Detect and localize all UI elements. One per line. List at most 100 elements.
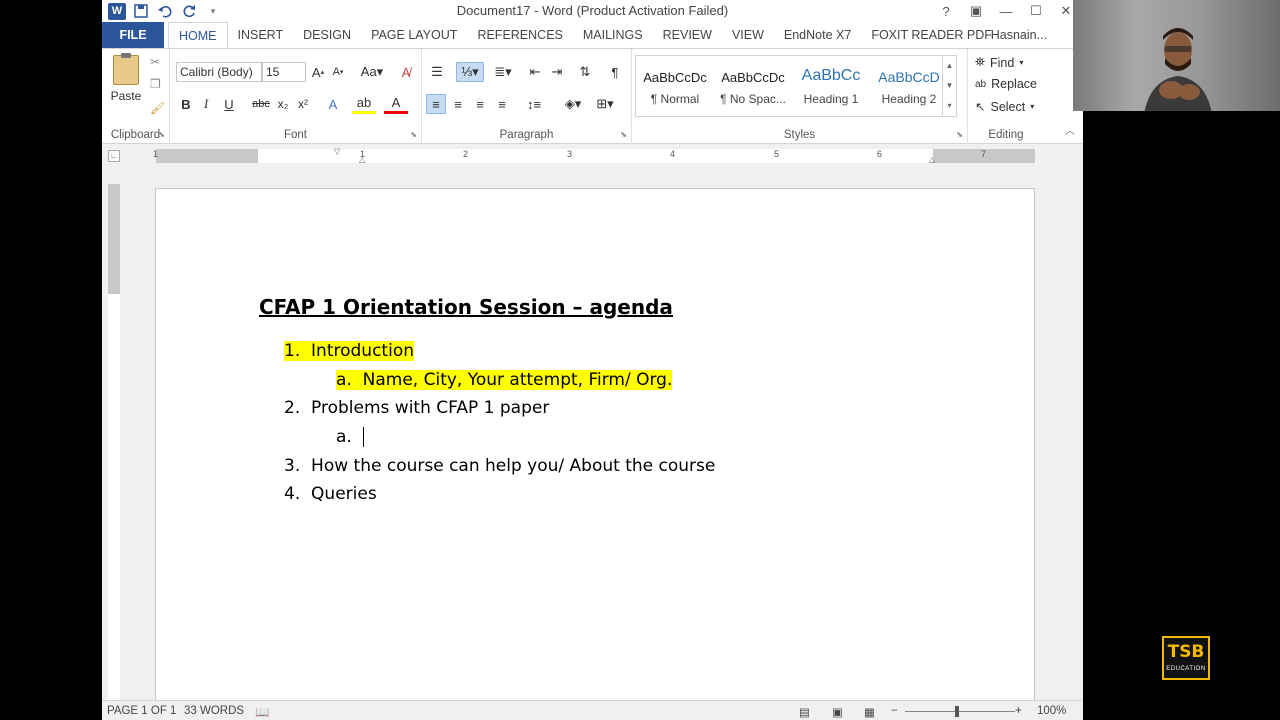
- scroll-up-icon[interactable]: ▲: [943, 56, 956, 76]
- tab-review[interactable]: REVIEW: [653, 22, 722, 48]
- right-indent-marker[interactable]: △: [929, 155, 935, 164]
- zoom-out-icon[interactable]: −: [891, 705, 898, 717]
- tab-view[interactable]: VIEW: [722, 22, 774, 48]
- zoom-in-icon[interactable]: +: [1015, 705, 1022, 717]
- font-launcher-icon[interactable]: ⬊: [410, 130, 417, 139]
- first-line-indent-marker[interactable]: ▽: [334, 147, 340, 156]
- font-size-select[interactable]: 15: [262, 62, 306, 82]
- select-button[interactable]: ↖ Select ▾: [975, 99, 1035, 115]
- ruler-number: 1: [153, 149, 159, 159]
- style-heading-2[interactable]: AaBbCcD Heading 2: [870, 56, 948, 116]
- list-number: 2.: [284, 398, 301, 418]
- clipboard-launcher-icon[interactable]: ⬊: [158, 130, 165, 139]
- document-title[interactable]: CFAP 1 Orientation Session – agenda: [259, 295, 673, 319]
- ruler-number: 2: [463, 149, 469, 159]
- list-item[interactable]: 3. How the course can help you/ About th…: [284, 456, 715, 476]
- numbering-icon[interactable]: ⅓▾: [456, 62, 484, 82]
- web-layout-icon[interactable]: ▦: [864, 705, 875, 719]
- bullets-icon[interactable]: ☰: [426, 62, 448, 82]
- copy-icon[interactable]: ❐: [150, 77, 161, 91]
- increase-indent-icon[interactable]: ⇥: [548, 62, 566, 82]
- justify-icon[interactable]: ≡: [492, 94, 512, 114]
- list-item[interactable]: 1. Introduction: [284, 341, 414, 361]
- help-icon[interactable]: ?: [935, 0, 957, 22]
- horizontal-ruler[interactable]: 1 1 2 3 4 5 6 7 ▽ △ △: [153, 147, 1035, 164]
- paste-button[interactable]: Paste: [108, 53, 144, 103]
- replace-button[interactable]: ab Replace: [975, 77, 1037, 91]
- proofing-icon[interactable]: 📖: [255, 705, 269, 719]
- word-count[interactable]: 33 WORDS: [184, 705, 244, 717]
- tab-page-layout[interactable]: PAGE LAYOUT: [361, 22, 467, 48]
- zoom-slider-thumb[interactable]: [955, 706, 959, 717]
- font-name-select[interactable]: Calibri (Body): [176, 62, 262, 82]
- tab-selector[interactable]: ∟: [108, 150, 120, 162]
- list-item[interactable]: a.: [336, 427, 364, 447]
- read-mode-icon[interactable]: ▤: [799, 705, 810, 719]
- styles-scroll[interactable]: ▲ ▼ ▾: [942, 56, 956, 116]
- list-item[interactable]: 2. Problems with CFAP 1 paper: [284, 398, 549, 418]
- decrease-indent-icon[interactable]: ⇤: [526, 62, 544, 82]
- list-item[interactable]: a. Name, City, Your attempt, Firm/ Org.: [336, 370, 673, 390]
- tab-home[interactable]: HOME: [168, 22, 228, 48]
- grow-font-icon[interactable]: A ▴: [310, 62, 326, 82]
- page-count[interactable]: PAGE 1 OF 1: [107, 705, 176, 717]
- shrink-font-icon[interactable]: A ▾: [330, 62, 346, 82]
- change-case-icon[interactable]: Aa▾: [358, 62, 386, 82]
- collapse-ribbon-icon[interactable]: ︿: [1065, 122, 1075, 137]
- borders-icon[interactable]: ⊞▾: [592, 94, 618, 114]
- account-name[interactable]: Hasnain...: [991, 28, 1047, 42]
- chevron-down-icon: ▾: [1030, 102, 1035, 111]
- print-layout-icon[interactable]: ▣: [832, 705, 843, 719]
- tab-file[interactable]: FILE: [102, 22, 164, 48]
- text-effects-icon[interactable]: A: [322, 94, 344, 114]
- ribbon-display-icon[interactable]: ▣: [965, 0, 987, 22]
- tab-endnote[interactable]: EndNote X7: [774, 22, 861, 48]
- highlight-color-icon[interactable]: ab: [352, 94, 376, 114]
- format-painter-icon[interactable]: 🖌: [150, 101, 165, 115]
- top-margin: [108, 184, 120, 294]
- superscript-icon[interactable]: x²: [294, 94, 312, 114]
- tab-foxit[interactable]: FOXIT READER PDF: [861, 22, 1002, 48]
- subscript-icon[interactable]: x₂: [274, 94, 292, 114]
- line-spacing-icon[interactable]: ↕≡: [520, 94, 548, 114]
- style-heading-1[interactable]: AaBbCc Heading 1: [792, 56, 870, 116]
- strikethrough-icon[interactable]: abc: [250, 94, 272, 114]
- scroll-down-icon[interactable]: ▼: [943, 76, 956, 96]
- shading-icon[interactable]: ◈▾: [560, 94, 586, 114]
- align-right-icon[interactable]: ≡: [470, 94, 490, 114]
- italic-icon[interactable]: I: [198, 94, 214, 114]
- clear-formatting-icon[interactable]: A̸: [398, 62, 414, 82]
- cut-icon[interactable]: ✂: [150, 55, 160, 69]
- zoom-level[interactable]: 100%: [1037, 705, 1066, 717]
- tab-insert[interactable]: INSERT: [228, 22, 294, 48]
- multilevel-list-icon[interactable]: ≣▾: [490, 62, 516, 82]
- vertical-ruler[interactable]: [108, 184, 120, 700]
- gallery-more-icon[interactable]: ▾: [943, 96, 956, 116]
- tab-design[interactable]: DESIGN: [293, 22, 361, 48]
- tab-references[interactable]: REFERENCES: [467, 22, 572, 48]
- page[interactable]: CFAP 1 Orientation Session – agenda 1. I…: [155, 188, 1035, 708]
- font-color-icon[interactable]: A: [384, 94, 408, 114]
- show-formatting-icon[interactable]: ¶: [606, 62, 624, 82]
- align-center-icon[interactable]: ≡: [448, 94, 468, 114]
- maximize-button[interactable]: ☐: [1025, 0, 1047, 22]
- minimize-button[interactable]: —: [995, 0, 1017, 22]
- hanging-indent-marker[interactable]: △: [359, 155, 365, 164]
- ruler-number: 6: [877, 149, 883, 159]
- paragraph-launcher-icon[interactable]: ⬊: [620, 130, 627, 139]
- style-normal[interactable]: AaBbCcDc ¶ Normal: [636, 56, 714, 116]
- zoom-slider[interactable]: [905, 711, 1015, 712]
- find-button[interactable]: ⛯ Find ▾: [975, 55, 1023, 70]
- clipboard-icon: [113, 53, 139, 85]
- bold-icon[interactable]: B: [178, 94, 194, 114]
- ruler-number: 3: [567, 149, 573, 159]
- styles-launcher-icon[interactable]: ⬊: [956, 130, 963, 139]
- underline-icon[interactable]: U: [218, 94, 240, 114]
- ruler-number: 7: [981, 149, 987, 159]
- sort-icon[interactable]: ⇅: [576, 62, 594, 82]
- list-item[interactable]: 4. Queries: [284, 484, 377, 504]
- styles-gallery: AaBbCcDc ¶ Normal AaBbCcDc ¶ No Spac... …: [635, 55, 957, 117]
- style-no-spacing[interactable]: AaBbCcDc ¶ No Spac...: [714, 56, 792, 116]
- tab-mailings[interactable]: MAILINGS: [573, 22, 653, 48]
- align-left-icon[interactable]: ≡: [426, 94, 446, 114]
